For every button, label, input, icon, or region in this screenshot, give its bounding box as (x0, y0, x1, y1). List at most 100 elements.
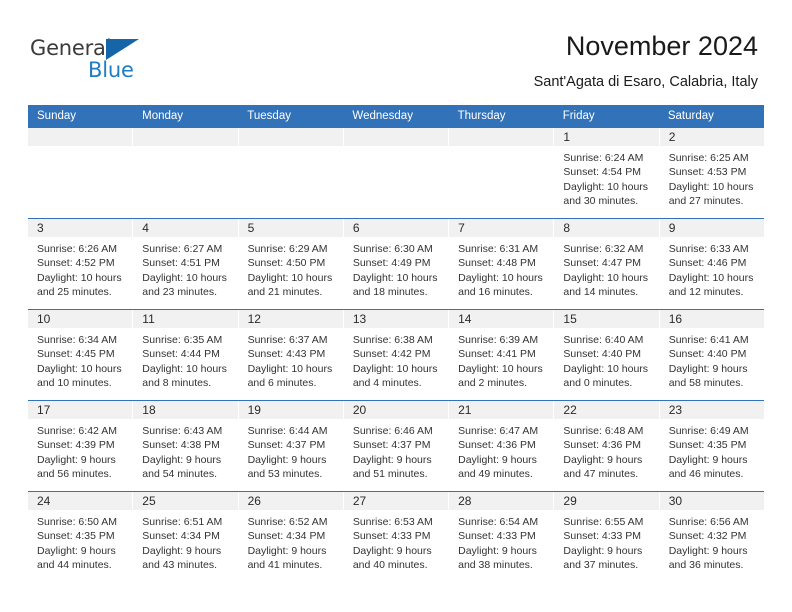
day-number (238, 128, 343, 146)
day-number: 14 (449, 310, 554, 328)
sunrise-time: Sunrise: 6:50 AM (37, 516, 117, 528)
calendar-day-cell[interactable]: 16 Sunrise: 6:41 AM Sunset: 4:40 PM Dayligh… (659, 310, 764, 400)
day-sun-info: Sunrise: 6:34 AM Sunset: 4:45 PM Daylight:… (28, 328, 132, 391)
calendar-day-cell[interactable]: 20 Sunrise: 6:46 AM Sunset: 4:37 PM Dayligh… (343, 401, 450, 491)
daylight-duration-line2: and 37 minutes. (563, 559, 639, 572)
calendar-day-cell[interactable]: 2 Sunrise: 6:25 AM Sunset: 4:53 PM Daylight… (659, 128, 764, 218)
calendar-day-cell[interactable]: 3 Sunrise: 6:26 AM Sunset: 4:52 PM Daylight… (28, 219, 134, 309)
day-sun-info: Sunrise: 6:30 AM Sunset: 4:49 PM Daylight:… (344, 237, 448, 300)
sunset-time: Sunset: 4:37 PM (247, 439, 326, 452)
day-sun-info: Sunrise: 6:55 AM Sunset: 4:33 PM Daylight:… (554, 510, 658, 573)
calendar-day-cell[interactable]: 9 Sunrise: 6:33 AM Sunset: 4:46 PM Daylight… (659, 219, 764, 309)
calendar-day-cell[interactable]: 18 Sunrise: 6:43 AM Sunset: 4:38 PM Dayligh… (133, 401, 239, 491)
calendar-day-cell-empty (28, 128, 134, 218)
sunrise-time: Sunrise: 6:40 AM (563, 334, 644, 346)
calendar-day-cell[interactable]: 27 Sunrise: 6:53 AM Sunset: 4:33 PM Dayligh… (343, 492, 450, 582)
sunset-time: Sunset: 4:35 PM (37, 530, 115, 543)
calendar-day-cell[interactable]: 10 Sunrise: 6:34 AM Sunset: 4:45 PM Dayligh… (28, 310, 134, 400)
sunrise-time: Sunrise: 6:48 AM (563, 425, 644, 437)
sunset-time: Sunset: 4:42 PM (352, 348, 431, 361)
daylight-duration-line2: and 23 minutes. (142, 286, 217, 299)
sunrise-time: Sunrise: 6:39 AM (458, 334, 539, 346)
calendar-day-cell[interactable]: 28 Sunrise: 6:54 AM Sunset: 4:33 PM Dayligh… (449, 492, 555, 582)
logo-text-blue: Blue (88, 58, 134, 82)
calendar-day-cell[interactable]: 11 Sunrise: 6:35 AM Sunset: 4:44 PM Dayligh… (133, 310, 239, 400)
day-number: 21 (449, 401, 554, 419)
day-number (343, 128, 449, 146)
calendar-day-cell[interactable]: 29 Sunrise: 6:55 AM Sunset: 4:33 PM Dayligh… (554, 492, 660, 582)
day-sun-info: Sunrise: 6:31 AM Sunset: 4:48 PM Daylight:… (449, 237, 553, 300)
sunrise-time: Sunrise: 6:47 AM (458, 425, 539, 437)
sunset-time: Sunset: 4:49 PM (352, 257, 431, 270)
generalblue-logo[interactable]: General Blue (30, 36, 210, 88)
sunrise-time: Sunrise: 6:25 AM (668, 152, 749, 164)
calendar-day-cell[interactable]: 5 Sunrise: 6:29 AM Sunset: 4:50 PM Daylight… (238, 219, 344, 309)
daylight-duration-line2: and 58 minutes. (668, 377, 744, 390)
daylight-duration-line2: and 47 minutes. (563, 468, 639, 481)
daylight-duration-line1: Daylight: 9 hours (563, 453, 643, 466)
daylight-duration-line1: Daylight: 10 hours (247, 362, 333, 375)
daylight-duration-line2: and 2 minutes. (458, 377, 528, 390)
calendar-day-cell[interactable]: 6 Sunrise: 6:30 AM Sunset: 4:49 PM Daylight… (343, 219, 450, 309)
day-sun-info: Sunrise: 6:39 AM Sunset: 4:41 PM Daylight:… (449, 328, 553, 391)
day-number: 5 (238, 219, 343, 237)
calendar-day-cell[interactable]: 13 Sunrise: 6:38 AM Sunset: 4:42 PM Dayligh… (343, 310, 450, 400)
calendar-day-cell[interactable]: 30 Sunrise: 6:56 AM Sunset: 4:32 PM Dayligh… (659, 492, 764, 582)
calendar-day-cell[interactable]: 17 Sunrise: 6:42 AM Sunset: 4:39 PM Dayligh… (28, 401, 134, 491)
daylight-duration-line2: and 43 minutes. (142, 559, 217, 572)
sunset-time: Sunset: 4:43 PM (247, 348, 326, 361)
daylight-duration-line1: Daylight: 10 hours (458, 271, 543, 284)
daylight-duration-line2: and 0 minutes. (563, 377, 633, 390)
sunset-time: Sunset: 4:51 PM (142, 257, 220, 270)
daylight-duration-line2: and 38 minutes. (458, 559, 533, 572)
calendar-day-cell[interactable]: 1 Sunrise: 6:24 AM Sunset: 4:54 PM Daylight… (554, 128, 660, 218)
calendar-day-cell[interactable]: 12 Sunrise: 6:37 AM Sunset: 4:43 PM Dayligh… (238, 310, 344, 400)
calendar-day-cell[interactable]: 7 Sunrise: 6:31 AM Sunset: 4:48 PM Daylight… (449, 219, 555, 309)
calendar-day-cell[interactable]: 4 Sunrise: 6:27 AM Sunset: 4:51 PM Daylight… (133, 219, 239, 309)
calendar-day-cell[interactable]: 22 Sunrise: 6:48 AM Sunset: 4:36 PM Dayligh… (554, 401, 660, 491)
sunset-time: Sunset: 4:34 PM (247, 530, 326, 543)
daylight-duration-line2: and 36 minutes. (668, 559, 744, 572)
day-number: 20 (343, 401, 449, 419)
day-sun-info: Sunrise: 6:35 AM Sunset: 4:44 PM Daylight:… (133, 328, 237, 391)
day-sun-info: Sunrise: 6:48 AM Sunset: 4:36 PM Daylight:… (554, 419, 658, 482)
daylight-duration-line2: and 46 minutes. (668, 468, 744, 481)
calendar-day-cell[interactable]: 19 Sunrise: 6:44 AM Sunset: 4:37 PM Dayligh… (238, 401, 344, 491)
weekday-header-thursday: Thursday (457, 110, 506, 122)
sunrise-time: Sunrise: 6:34 AM (37, 334, 117, 346)
day-sun-info: Sunrise: 6:49 AM Sunset: 4:35 PM Daylight:… (660, 419, 764, 482)
calendar-day-cell[interactable]: 14 Sunrise: 6:39 AM Sunset: 4:41 PM Dayligh… (449, 310, 555, 400)
weekday-header-wednesday: Wednesday (352, 110, 413, 122)
calendar-day-cell[interactable]: 21 Sunrise: 6:47 AM Sunset: 4:36 PM Dayligh… (449, 401, 555, 491)
sunrise-time: Sunrise: 6:52 AM (247, 516, 328, 528)
daylight-duration-line1: Daylight: 10 hours (563, 180, 649, 193)
calendar-day-cell[interactable]: 8 Sunrise: 6:32 AM Sunset: 4:47 PM Daylight… (554, 219, 660, 309)
daylight-duration-line1: Daylight: 9 hours (247, 453, 327, 466)
daylight-duration-line1: Daylight: 10 hours (37, 362, 122, 375)
daylight-duration-line1: Daylight: 10 hours (352, 362, 438, 375)
daylight-duration-line2: and 18 minutes. (352, 286, 428, 299)
daylight-duration-line2: and 53 minutes. (247, 468, 323, 481)
calendar-day-cell[interactable]: 24 Sunrise: 6:50 AM Sunset: 4:35 PM Dayligh… (28, 492, 134, 582)
daylight-duration-line2: and 49 minutes. (458, 468, 533, 481)
sunrise-time: Sunrise: 6:33 AM (668, 243, 749, 255)
calendar-day-cell[interactable]: 23 Sunrise: 6:49 AM Sunset: 4:35 PM Dayligh… (659, 401, 764, 491)
sunset-time: Sunset: 4:36 PM (563, 439, 642, 452)
day-sun-info: Sunrise: 6:25 AM Sunset: 4:53 PM Daylight:… (660, 146, 764, 209)
day-number: 9 (659, 219, 764, 237)
daylight-duration-line1: Daylight: 9 hours (352, 544, 432, 557)
sunset-time: Sunset: 4:35 PM (668, 439, 747, 452)
day-sun-info: Sunrise: 6:51 AM Sunset: 4:34 PM Daylight:… (133, 510, 237, 573)
day-number: 15 (554, 310, 659, 328)
calendar-day-cell[interactable]: 25 Sunrise: 6:51 AM Sunset: 4:34 PM Dayligh… (133, 492, 239, 582)
calendar-week-row: 3 Sunrise: 6:26 AM Sunset: 4:52 PM Daylight… (28, 218, 764, 309)
calendar-day-cell[interactable]: 15 Sunrise: 6:40 AM Sunset: 4:40 PM Dayligh… (554, 310, 660, 400)
day-sun-info: Sunrise: 6:24 AM Sunset: 4:54 PM Daylight:… (554, 146, 658, 209)
sunset-time: Sunset: 4:40 PM (668, 348, 747, 361)
sunset-time: Sunset: 4:40 PM (563, 348, 642, 361)
calendar-day-cell[interactable]: 26 Sunrise: 6:52 AM Sunset: 4:34 PM Dayligh… (238, 492, 344, 582)
daylight-duration-line1: Daylight: 10 hours (668, 180, 754, 193)
day-number: 16 (659, 310, 764, 328)
sunset-time: Sunset: 4:33 PM (458, 530, 536, 543)
day-number: 19 (238, 401, 343, 419)
